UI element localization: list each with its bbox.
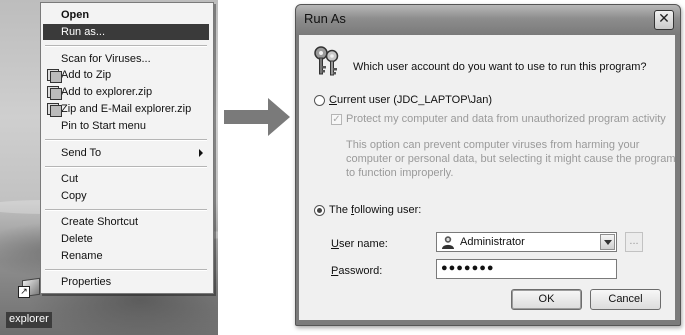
username-combobox[interactable]: Administrator [436, 232, 617, 252]
submenu-arrow-icon [199, 149, 203, 157]
menu-item-add-to-zip[interactable]: Add to Zip [43, 67, 209, 83]
menu-item-add-to-explorer-zip[interactable]: Add to explorer.zip [43, 84, 209, 100]
run-as-dialog: Run As ✕ Which user account do you want … [295, 4, 681, 326]
password-field[interactable]: ●●●●●●● [436, 259, 617, 279]
menu-separator [45, 209, 207, 211]
following-user-radio[interactable] [314, 205, 325, 216]
menu-item-label: Add to Zip [61, 69, 112, 81]
password-label: Password: [331, 265, 382, 277]
username-label-text: ser name: [338, 238, 388, 250]
dialog-question: Which user account do you want to use to… [353, 61, 647, 73]
right-arrow-icon [224, 98, 290, 136]
menu-item-copy[interactable]: Copy [43, 188, 209, 204]
dialog-title: Run As [304, 11, 346, 26]
dialog-body: Which user account do you want to use to… [299, 35, 676, 320]
menu-item-label: Add to explorer.zip [61, 86, 153, 98]
following-prefix: The [329, 204, 352, 216]
zip-icon [47, 69, 62, 83]
password-label-text: assword: [338, 265, 383, 277]
menu-item-label: Zip and E-Mail explorer.zip [61, 103, 192, 115]
ok-button[interactable]: OK [511, 289, 582, 310]
shortcut-arrow-icon: ↗ [18, 286, 30, 298]
menu-item-create-shortcut[interactable]: Create Shortcut [43, 214, 209, 230]
menu-separator [45, 45, 207, 47]
chevron-down-icon[interactable] [600, 234, 615, 250]
current-user-text: urrent user (JDC_LAPTOP\Jan) [336, 94, 493, 106]
menu-item-rename[interactable]: Rename [43, 248, 209, 264]
program-icon: ↗ [18, 277, 40, 298]
protect-explanation: This option can prevent computer viruses… [346, 139, 676, 179]
menu-item-open[interactable]: Open [43, 7, 209, 23]
menu-item-delete[interactable]: Delete [43, 231, 209, 247]
menu-separator [45, 166, 207, 168]
zip-icon [47, 86, 62, 100]
current-user-label[interactable]: Current user (JDC_LAPTOP\Jan) [329, 94, 492, 106]
username-value: Administrator [460, 236, 525, 248]
desktop-icon-label: explorer [6, 312, 52, 328]
protect-label: Protect my computer and data from unauth… [346, 113, 666, 125]
browse-users-button[interactable]: ... [625, 232, 643, 252]
keys-icon [314, 46, 339, 76]
menu-item-zip-and-email[interactable]: Zip and E-Mail explorer.zip [43, 101, 209, 117]
menu-separator [45, 139, 207, 141]
menu-item-label: Send To [61, 147, 102, 159]
menu-item-cut[interactable]: Cut [43, 171, 209, 187]
context-menu: Open Run as... Scan for Viruses... Add t… [40, 2, 214, 294]
menu-item-send-to[interactable]: Send To [43, 145, 209, 161]
menu-item-properties[interactable]: Properties [43, 274, 209, 290]
accelerator-letter: U [331, 238, 339, 250]
zip-icon [47, 103, 62, 117]
current-user-radio[interactable] [314, 95, 325, 106]
following-text: ollowing user: [354, 204, 422, 216]
menu-item-pin-start[interactable]: Pin to Start menu [43, 118, 209, 134]
username-label: User name: [331, 238, 388, 250]
menu-item-scan-viruses[interactable]: Scan for Viruses... [43, 51, 209, 67]
protect-checkbox[interactable]: ✓ [331, 114, 342, 125]
menu-separator [45, 269, 207, 271]
menu-item-run-as[interactable]: Run as... [43, 24, 209, 40]
cancel-button[interactable]: Cancel [590, 289, 661, 310]
accelerator-letter: C [329, 94, 337, 106]
user-icon [442, 236, 454, 249]
close-button[interactable]: ✕ [654, 10, 674, 30]
dialog-titlebar[interactable]: Run As ✕ [296, 5, 680, 35]
following-user-label[interactable]: The following user: [329, 204, 421, 216]
